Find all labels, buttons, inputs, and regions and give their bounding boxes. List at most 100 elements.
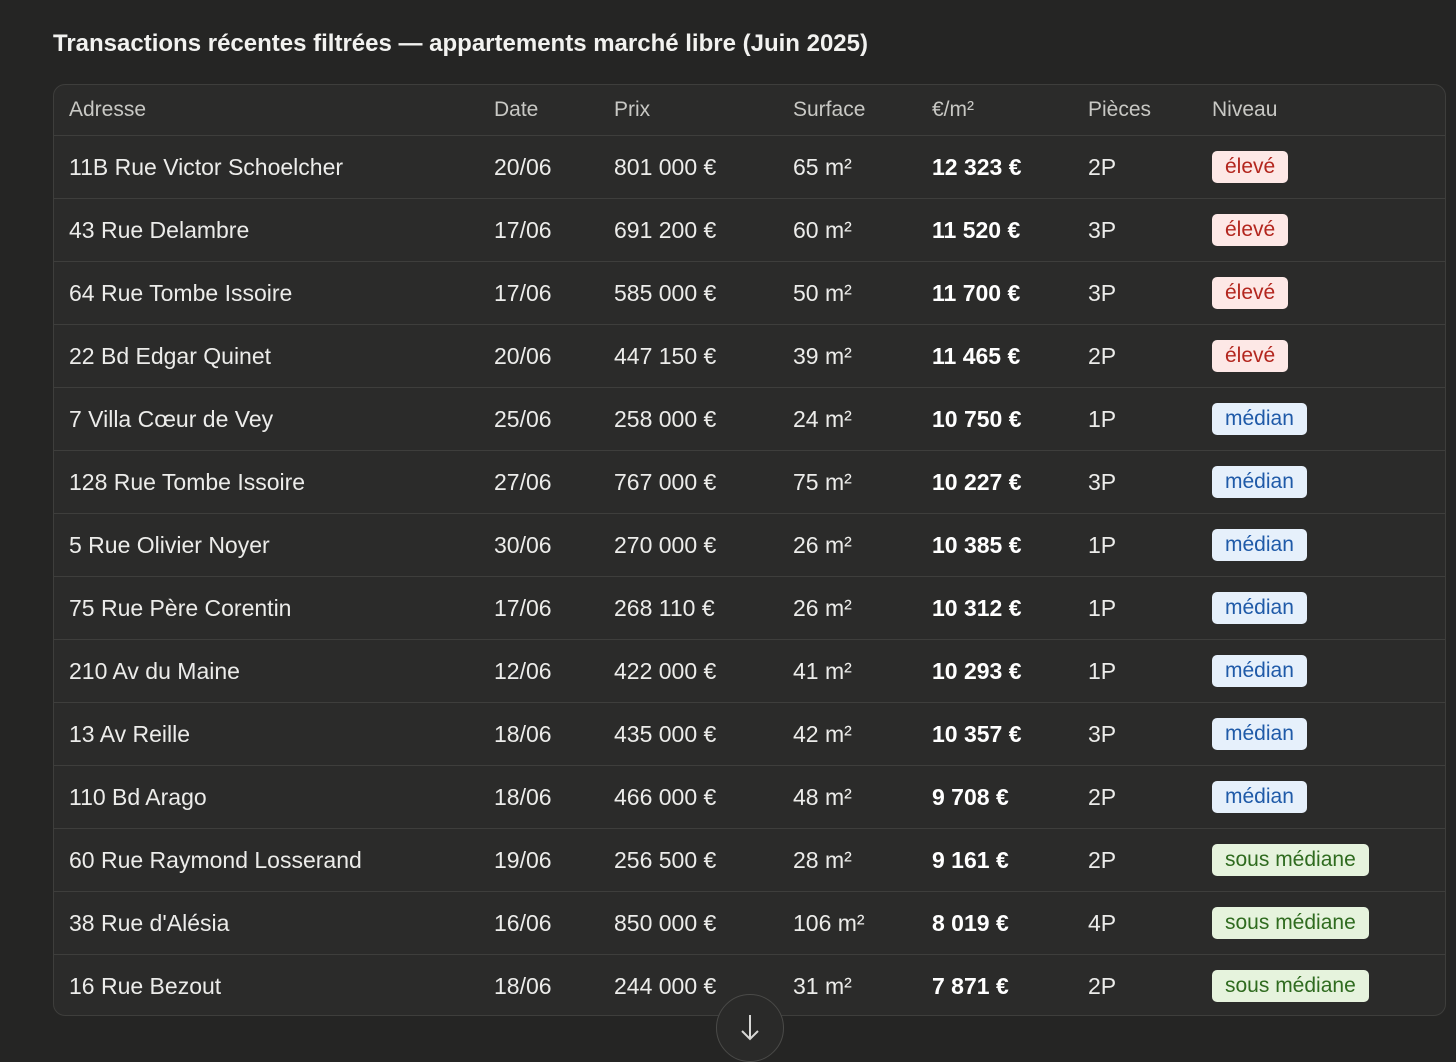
cell-adresse: 5 Rue Olivier Noyer	[54, 513, 479, 577]
cell-prix: 270 000 €	[599, 513, 778, 577]
cell-adresse: 110 Bd Arago	[54, 765, 479, 829]
cell-prix: 258 000 €	[599, 387, 778, 451]
cell-prix-m2: 10 227 €	[917, 450, 1073, 514]
cell-niveau: élevé	[1197, 324, 1445, 388]
cell-niveau: élevé	[1197, 198, 1445, 262]
column-header-niveau[interactable]: Niveau	[1197, 85, 1445, 136]
table-body: 11B Rue Victor Schoelcher 20/06 801 000 €6…	[54, 135, 1445, 1016]
cell-niveau: médian	[1197, 702, 1445, 766]
niveau-badge: médian	[1212, 592, 1307, 624]
cell-pieces: 3P	[1073, 261, 1197, 325]
cell-adresse: 75 Rue Père Corentin	[54, 576, 479, 640]
column-header-date[interactable]: Date	[479, 85, 599, 136]
table-row[interactable]: 128 Rue Tombe Issoire 27/06 767 000 €75 m²…	[54, 450, 1445, 514]
cell-adresse: 22 Bd Edgar Quinet	[54, 324, 479, 388]
table-row[interactable]: 43 Rue Delambre 17/06 691 200 €60 m² 11 520…	[54, 198, 1445, 262]
niveau-badge: médian	[1212, 466, 1307, 498]
column-header-adresse[interactable]: Adresse	[54, 85, 479, 136]
cell-pieces: 3P	[1073, 198, 1197, 262]
arrow-down-icon	[741, 1015, 759, 1041]
cell-surface: 75 m²	[778, 450, 917, 514]
cell-pieces: 2P	[1073, 324, 1197, 388]
column-header-prix[interactable]: Prix	[599, 85, 778, 136]
column-header-surface[interactable]: Surface	[778, 85, 917, 136]
cell-prix-m2: 9 161 €	[917, 828, 1073, 892]
cell-prix: 691 200 €	[599, 198, 778, 262]
cell-pieces: 2P	[1088, 972, 1117, 999]
cell-pieces: 3P	[1073, 450, 1197, 514]
table-row[interactable]: 210 Av du Maine 12/06 422 000 €41 m² 10 293…	[54, 639, 1445, 703]
cell-adresse: 11B Rue Victor Schoelcher	[54, 135, 479, 199]
cell-adresse: 13 Av Reille	[54, 702, 479, 766]
cell-adresse: 64 Rue Tombe Issoire	[54, 261, 479, 325]
column-header-pieces[interactable]: Pièces	[1073, 85, 1197, 136]
cell-prix-m2: 10 312 €	[917, 576, 1073, 640]
table-row[interactable]: 13 Av Reille 18/06 435 000 €42 m² 10 357 €3…	[54, 702, 1445, 766]
column-header-prix-m2[interactable]: €/m²	[917, 85, 1073, 136]
cell-prix-m2: 11 700 €	[917, 261, 1073, 325]
cell-date: 27/06	[479, 450, 599, 514]
cell-date: 30/06	[479, 513, 599, 577]
niveau-badge: élevé	[1212, 151, 1289, 183]
cell-date: 12/06	[479, 639, 599, 703]
cell-adresse: 60 Rue Raymond Losserand	[54, 828, 479, 892]
cell-pieces: 1P	[1073, 639, 1197, 703]
cell-prix-m2: 7 871 €	[932, 972, 1009, 999]
cell-adresse: 38 Rue d'Alésia	[54, 891, 479, 955]
table-row[interactable]: 75 Rue Père Corentin 17/06 268 110 €26 m² 1…	[54, 576, 1445, 640]
page-title: Transactions récentes filtrées — apparte…	[53, 30, 868, 57]
cell-pieces: 1P	[1073, 576, 1197, 640]
cell-date: 17/06	[479, 576, 599, 640]
cell-surface: 24 m²	[778, 387, 917, 451]
cell-date: 17/06	[479, 261, 599, 325]
cell-prix: 801 000 €	[599, 135, 778, 199]
cell-pieces: 3P	[1073, 702, 1197, 766]
table-row[interactable]: 60 Rue Raymond Losserand 19/06 256 500 €28…	[54, 828, 1445, 892]
table-row[interactable]: 5 Rue Olivier Noyer 30/06 270 000 €26 m² 10…	[54, 513, 1445, 577]
cell-surface: 41 m²	[778, 639, 917, 703]
cell-adresse: 210 Av du Maine	[54, 639, 479, 703]
cell-date: 25/06	[479, 387, 599, 451]
cell-surface: 50 m²	[778, 261, 917, 325]
cell-adresse: 16 Rue Bezout	[69, 972, 222, 999]
cell-niveau: élevé	[1197, 135, 1445, 199]
transactions-table: Adresse Date Prix Surface €/m² Pièces Ni…	[54, 85, 1445, 1016]
cell-prix: 256 500 €	[599, 828, 778, 892]
cell-niveau: sous médiane	[1197, 891, 1445, 955]
table-row[interactable]: 38 Rue d'Alésia 16/06 850 000 €106 m² 8 019…	[54, 891, 1445, 955]
table-row[interactable]: 110 Bd Arago 18/06 466 000 €48 m² 9 708 €2P…	[54, 765, 1445, 829]
scroll-down-button[interactable]	[716, 994, 784, 1062]
table-row[interactable]: 64 Rue Tombe Issoire 17/06 585 000 €50 m² 1…	[54, 261, 1445, 325]
table-header-row: Adresse Date Prix Surface €/m² Pièces Ni…	[54, 85, 1445, 136]
cell-niveau: médian	[1197, 513, 1445, 577]
cell-niveau: sous médiane	[1197, 955, 1445, 1016]
cell-adresse: 128 Rue Tombe Issoire	[54, 450, 479, 514]
cell-date: 20/06	[479, 324, 599, 388]
niveau-badge: médian	[1212, 529, 1307, 561]
cell-prix-m2: 8 019 €	[917, 891, 1073, 955]
cell-prix-m2: 12 323 €	[917, 135, 1073, 199]
cell-date: 16/06	[479, 891, 599, 955]
cell-prix-m2: 11 465 €	[917, 324, 1073, 388]
cell-date: 19/06	[479, 828, 599, 892]
cell-pieces: 4P	[1073, 891, 1197, 955]
niveau-badge: médian	[1212, 718, 1307, 750]
cell-adresse: 7 Villa Cœur de Vey	[54, 387, 479, 451]
cell-adresse: 43 Rue Delambre	[54, 198, 479, 262]
transactions-table-container: Adresse Date Prix Surface €/m² Pièces Ni…	[53, 84, 1446, 1016]
niveau-badge: élevé	[1212, 277, 1289, 309]
niveau-badge: sous médiane	[1212, 907, 1369, 939]
cell-niveau: médian	[1197, 639, 1445, 703]
cell-prix-m2: 10 357 €	[917, 702, 1073, 766]
niveau-badge: médian	[1212, 781, 1307, 813]
table-row[interactable]: 11B Rue Victor Schoelcher 20/06 801 000 €6…	[54, 135, 1445, 199]
cell-pieces: 1P	[1073, 387, 1197, 451]
cell-surface: 39 m²	[778, 324, 917, 388]
cell-prix-m2: 10 750 €	[917, 387, 1073, 451]
cell-prix: 850 000 €	[599, 891, 778, 955]
cell-pieces: 2P	[1073, 135, 1197, 199]
cell-prix-m2: 9 708 €	[917, 765, 1073, 829]
table-row[interactable]: 7 Villa Cœur de Vey 25/06 258 000 €24 m² 10…	[54, 387, 1445, 451]
table-row[interactable]: 22 Bd Edgar Quinet 20/06 447 150 €39 m² 11 …	[54, 324, 1445, 388]
cell-pieces: 2P	[1073, 765, 1197, 829]
